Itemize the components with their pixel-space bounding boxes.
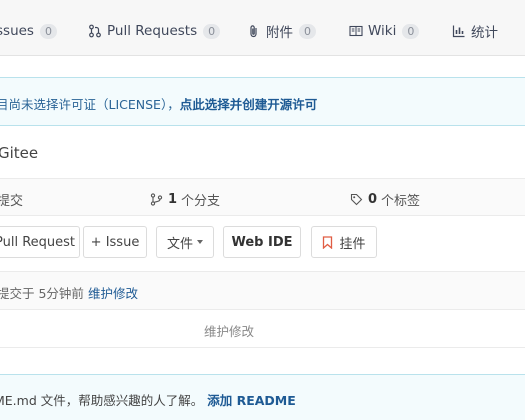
create-license-link[interactable]: 点此选择并创建开源许可 [180,97,318,112]
pull-request-icon [88,24,102,38]
add-readme-link[interactable]: 添加 README [207,393,296,408]
file-list-row: 维护修改 [0,310,525,348]
commits-label: 提交 [0,194,24,209]
tab-issues-count: 0 [39,23,57,39]
new-issue-button-label: + Issue [90,234,140,250]
branches-count: 1 [168,192,178,207]
tab-attachments-label: 附件 [266,25,293,41]
tab-statistics[interactable]: 统计 [452,22,498,41]
license-notice: 目尚未选择许可证（LICENSE），点此选择并创建开源许可 [0,77,525,126]
pull-request-button[interactable]: Pull Request [0,226,80,258]
latest-commit-time: 提交于 5分钟前 [0,286,84,301]
commits-stat[interactable]: 提交 [0,190,23,209]
web-ide-button-label: Web IDE [231,234,293,250]
branches-label: 个分支 [181,194,221,209]
latest-commit-bar: 提交于 5分钟前 维护修改 [0,271,525,310]
pull-request-button-label: Pull Request [0,234,75,250]
book-icon [349,24,363,38]
tab-pull-requests-label: Pull Requests [107,23,198,39]
branch-icon [150,193,163,206]
latest-commit-message-link[interactable]: 维护修改 [88,286,138,301]
tab-issues-label: ssues [0,23,34,39]
file-dropdown-button[interactable]: 文件 [156,226,214,258]
tab-wiki-label: Wiki [368,23,397,39]
tab-wiki[interactable]: Wiki 0 [349,22,420,40]
tab-statistics-label: 统计 [471,25,498,41]
caret-down-icon [197,240,203,244]
repo-tab-bar: ssues 0 Pull Requests 0 附件 0 Wiki 0 统计 [0,0,525,56]
web-ide-button[interactable]: Web IDE [223,226,301,258]
tab-attachments[interactable]: 附件 0 [247,22,316,41]
widget-button-label: 挂件 [339,236,366,252]
tab-pull-requests[interactable]: Pull Requests 0 [88,22,221,40]
new-issue-button[interactable]: + Issue [83,226,147,258]
readme-notice: ME.md 文件，帮助感兴趣的人了解。 添加 README [0,374,525,420]
file-commit-message[interactable]: 维护修改 [204,321,254,340]
repo-description: Gitee [0,144,39,162]
tab-pull-requests-count: 0 [203,23,221,39]
tab-wiki-count: 0 [402,23,420,39]
branches-stat[interactable]: 1 个分支 [150,190,220,209]
license-notice-text: 目尚未选择许可证（LICENSE）， [0,97,180,112]
tag-icon [350,193,363,206]
tags-label: 个标签 [381,194,421,209]
tab-attachments-count: 0 [299,23,316,39]
tab-issues[interactable]: ssues 0 [0,22,57,40]
file-dropdown-label: 文件 [166,236,193,252]
paperclip-icon [247,24,261,38]
readme-notice-text: ME.md 文件，帮助感兴趣的人了解。 [0,393,204,408]
repo-stats-bar: 提交 1 个分支 0 个标签 [0,178,525,216]
bar-chart-icon [452,24,466,38]
widget-button[interactable]: 挂件 [311,226,377,258]
tags-count: 0 [368,192,378,207]
tags-stat[interactable]: 0 个标签 [350,190,420,209]
bookmark-icon [322,235,333,249]
